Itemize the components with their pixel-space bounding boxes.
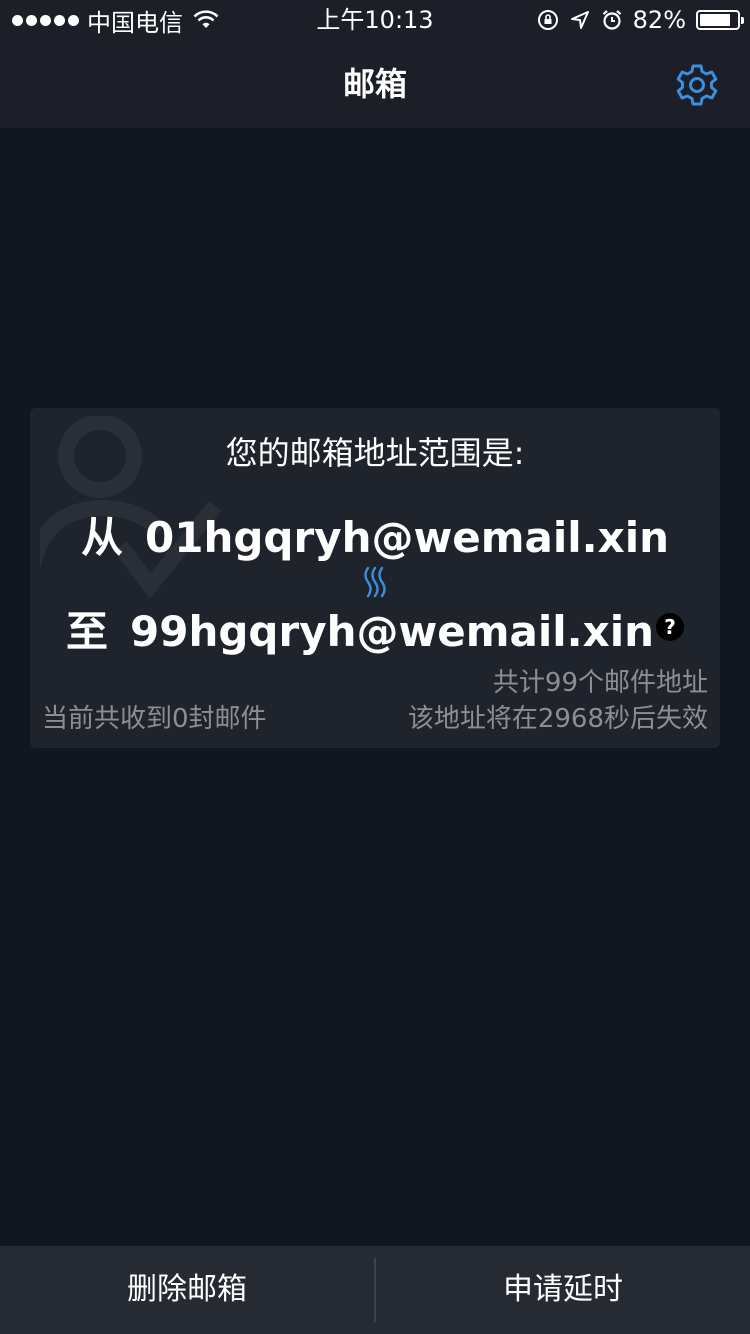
location-arrow-icon xyxy=(570,11,589,29)
total-address-count: 共计99个邮件地址 xyxy=(492,668,708,698)
from-address: 01hgqryh@wemail.xin xyxy=(145,513,669,562)
from-address-row: 从 01hgqryh@wemail.xin xyxy=(30,504,720,565)
status-right: 82% xyxy=(537,6,744,34)
page-title: 邮箱 xyxy=(342,65,407,103)
bottom-action-bar: 删除邮箱 申请延时 xyxy=(0,1246,750,1334)
orientation-lock-icon xyxy=(537,10,558,30)
to-address: 99hgqryh@wemail.xin xyxy=(130,607,654,656)
to-address-row: 至 99hgqryh@wemail.xin? xyxy=(30,598,720,659)
from-label: 从 xyxy=(80,513,123,562)
battery-icon xyxy=(696,10,744,30)
nav-bar: 邮箱 xyxy=(0,40,750,128)
expire-countdown: 该地址将在2968秒后失效 xyxy=(407,704,708,734)
received-mail-count: 当前共收到0封邮件 xyxy=(42,704,267,734)
alarm-clock-icon xyxy=(602,10,621,30)
battery-percent: 82% xyxy=(632,6,686,34)
help-icon[interactable]: ? xyxy=(656,612,684,641)
request-extension-button[interactable]: 申请延时 xyxy=(376,1246,750,1334)
range-wave-icon xyxy=(364,566,386,598)
delete-mailbox-button[interactable]: 删除邮箱 xyxy=(0,1246,374,1334)
range-heading: 您的邮箱地址范围是: xyxy=(225,434,525,472)
address-range-card: 您的邮箱地址范围是: 从 01hgqryh@wemail.xin 至 99hgqry… xyxy=(30,408,720,748)
status-bar: 中国电信 上午10:13 82% xyxy=(0,0,750,40)
gear-icon[interactable] xyxy=(674,62,720,108)
to-label: 至 xyxy=(65,607,108,656)
mailbox-screen: 中国电信 上午10:13 82% 邮箱 您的邮箱地址范围是: 从 01hgqry… xyxy=(0,0,750,1334)
